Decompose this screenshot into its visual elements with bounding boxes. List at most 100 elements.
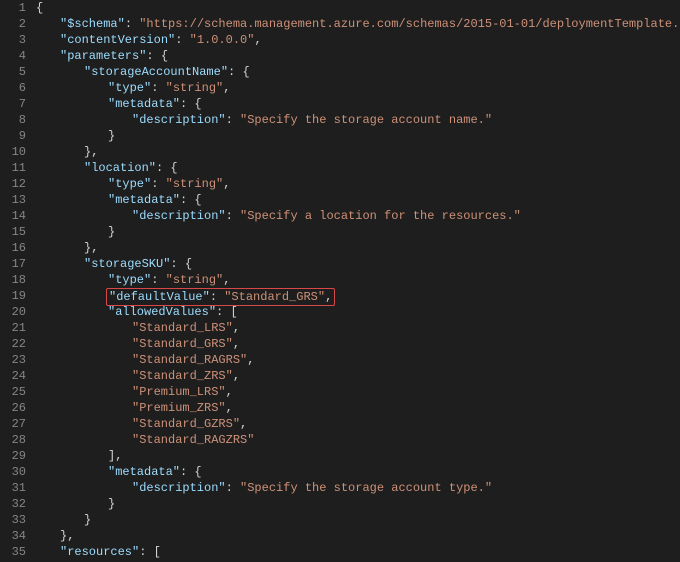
token-punct: : [175, 33, 189, 47]
code-line[interactable]: "description": "Specify the storage acco… [36, 480, 680, 496]
code-line[interactable]: "metadata": { [36, 96, 680, 112]
code-line[interactable]: "parameters": { [36, 48, 680, 64]
token-punct: , [91, 241, 98, 255]
token-brace: { [36, 1, 43, 15]
line-number: 11 [0, 160, 26, 176]
token-brace: [ [230, 305, 237, 319]
token-punct: : [180, 193, 194, 207]
token-key: "description" [132, 113, 226, 127]
token-key: "allowedValues" [108, 305, 216, 319]
token-brace: { [185, 257, 192, 271]
token-punct: , [226, 385, 233, 399]
token-punct: : [210, 290, 224, 304]
token-punct: , [325, 290, 332, 304]
code-line[interactable]: "Premium_LRS", [36, 384, 680, 400]
line-number: 27 [0, 416, 26, 432]
token-punct: : [151, 177, 165, 191]
token-key: "description" [132, 209, 226, 223]
code-line[interactable]: } [36, 496, 680, 512]
token-key: "metadata" [108, 97, 180, 111]
code-line[interactable]: } [36, 512, 680, 528]
token-key: "$schema" [60, 17, 125, 31]
code-line[interactable]: "contentVersion": "1.0.0.0", [36, 32, 680, 48]
token-str: "string" [166, 81, 224, 95]
token-punct: , [233, 321, 240, 335]
line-number: 15 [0, 224, 26, 240]
line-number: 31 [0, 480, 26, 496]
code-line[interactable]: "Premium_ZRS", [36, 400, 680, 416]
token-punct: : [226, 113, 240, 127]
token-str: "Specify the storage account type." [240, 481, 492, 495]
code-line[interactable]: "type": "string", [36, 176, 680, 192]
line-number: 16 [0, 240, 26, 256]
code-line[interactable]: "defaultValue": "Standard_GRS", [36, 288, 680, 304]
code-line[interactable]: }, [36, 528, 680, 544]
line-number-gutter: 1234567891011121314151617181920212223242… [0, 0, 36, 562]
code-line[interactable]: "type": "string", [36, 80, 680, 96]
token-punct: , [240, 417, 247, 431]
token-brace: { [194, 97, 201, 111]
token-brace: } [108, 129, 115, 143]
code-line[interactable]: }, [36, 240, 680, 256]
line-number: 25 [0, 384, 26, 400]
code-line[interactable]: }, [36, 144, 680, 160]
line-number: 26 [0, 400, 26, 416]
token-str: "Specify a location for the resources." [240, 209, 521, 223]
code-line[interactable]: "location": { [36, 160, 680, 176]
code-line[interactable]: "description": "Specify a location for t… [36, 208, 680, 224]
code-line[interactable]: "Standard_LRS", [36, 320, 680, 336]
code-line[interactable]: "storageAccountName": { [36, 64, 680, 80]
code-line[interactable]: "Standard_ZRS", [36, 368, 680, 384]
code-line[interactable]: ], [36, 448, 680, 464]
code-line[interactable]: "Standard_GZRS", [36, 416, 680, 432]
token-punct: : [125, 17, 139, 31]
token-punct: , [223, 177, 230, 191]
token-brace: } [108, 225, 115, 239]
line-number: 14 [0, 208, 26, 224]
token-key: "storageSKU" [84, 257, 170, 271]
token-key: "metadata" [108, 193, 180, 207]
line-number: 13 [0, 192, 26, 208]
token-punct: , [223, 273, 230, 287]
token-key: "parameters" [60, 49, 146, 63]
token-punct: : [180, 465, 194, 479]
token-key: "type" [108, 177, 151, 191]
token-brace: } [108, 497, 115, 511]
code-line[interactable]: "allowedValues": [ [36, 304, 680, 320]
code-line[interactable]: } [36, 128, 680, 144]
code-line[interactable]: "resources": [ [36, 544, 680, 560]
line-number: 6 [0, 80, 26, 96]
code-line[interactable]: } [36, 224, 680, 240]
line-number: 18 [0, 272, 26, 288]
token-punct: : [226, 209, 240, 223]
code-line[interactable]: "$schema": "https://schema.management.az… [36, 16, 680, 32]
line-number: 28 [0, 432, 26, 448]
code-line[interactable]: "metadata": { [36, 464, 680, 480]
token-brace: { [161, 49, 168, 63]
line-number: 35 [0, 544, 26, 560]
line-number: 33 [0, 512, 26, 528]
token-str: "Standard_ZRS" [132, 369, 233, 383]
code-line[interactable]: "Standard_RAGRS", [36, 352, 680, 368]
token-str: "Specify the storage account name." [240, 113, 492, 127]
line-number: 30 [0, 464, 26, 480]
code-line[interactable]: "Standard_GRS", [36, 336, 680, 352]
token-str: "string" [166, 177, 224, 191]
token-str: "Standard_GRS" [132, 337, 233, 351]
code-line[interactable]: "type": "string", [36, 272, 680, 288]
code-line[interactable]: "metadata": { [36, 192, 680, 208]
token-key: "type" [108, 81, 151, 95]
token-punct: , [254, 33, 261, 47]
line-number: 23 [0, 352, 26, 368]
token-str: "Premium_LRS" [132, 385, 226, 399]
code-line[interactable]: "description": "Specify the storage acco… [36, 112, 680, 128]
line-number: 1 [0, 0, 26, 16]
token-punct: , [247, 353, 254, 367]
code-line[interactable]: "storageSKU": { [36, 256, 680, 272]
code-editor-area[interactable]: {"$schema": "https://schema.management.a… [36, 0, 680, 562]
token-punct: : [216, 305, 230, 319]
token-key: "description" [132, 481, 226, 495]
token-str: "Standard_RAGZRS" [132, 433, 254, 447]
code-line[interactable]: { [36, 0, 680, 16]
code-line[interactable]: "Standard_RAGZRS" [36, 432, 680, 448]
